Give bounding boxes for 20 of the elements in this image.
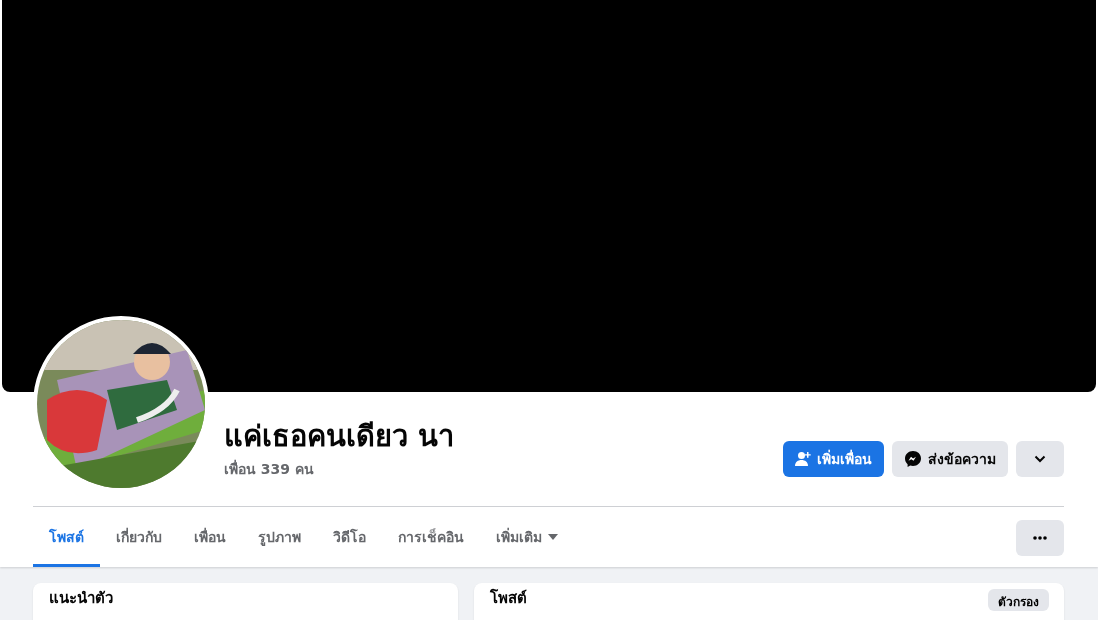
add-friend-button[interactable]: เพิ่มเพื่อน <box>783 441 884 477</box>
profile-tab[interactable]: เพิ่มเติม <box>480 509 574 567</box>
more-options-button[interactable] <box>1016 441 1064 477</box>
profile-name: แค่เธอคนเดียว นา <box>224 418 456 455</box>
add-person-icon <box>795 451 811 467</box>
profile-tab[interactable]: การเช็คอิน <box>382 509 480 567</box>
more-options-button[interactable] <box>1016 519 1064 556</box>
filter-button[interactable]: ตัวกรอง <box>988 589 1049 611</box>
profile-tab[interactable]: เพื่อน <box>178 509 242 567</box>
card-title: แนะนำตัว <box>49 589 113 607</box>
profile-tab[interactable]: วิดีโอ <box>317 509 382 567</box>
message-button[interactable]: ส่งข้อความ <box>892 441 1008 477</box>
friend-count[interactable]: เพื่อน 339 คน <box>224 458 783 480</box>
messenger-icon <box>904 450 922 468</box>
profile-tab[interactable]: เกี่ยวกับ <box>100 509 178 567</box>
dropdown-caret-icon <box>548 533 558 540</box>
profile-tab[interactable]: รูปภาพ <box>242 509 317 567</box>
ellipsis-icon <box>1033 535 1047 540</box>
profile-tab[interactable]: โพสต์ <box>33 509 100 567</box>
card-title: โพสต์ <box>490 589 527 607</box>
